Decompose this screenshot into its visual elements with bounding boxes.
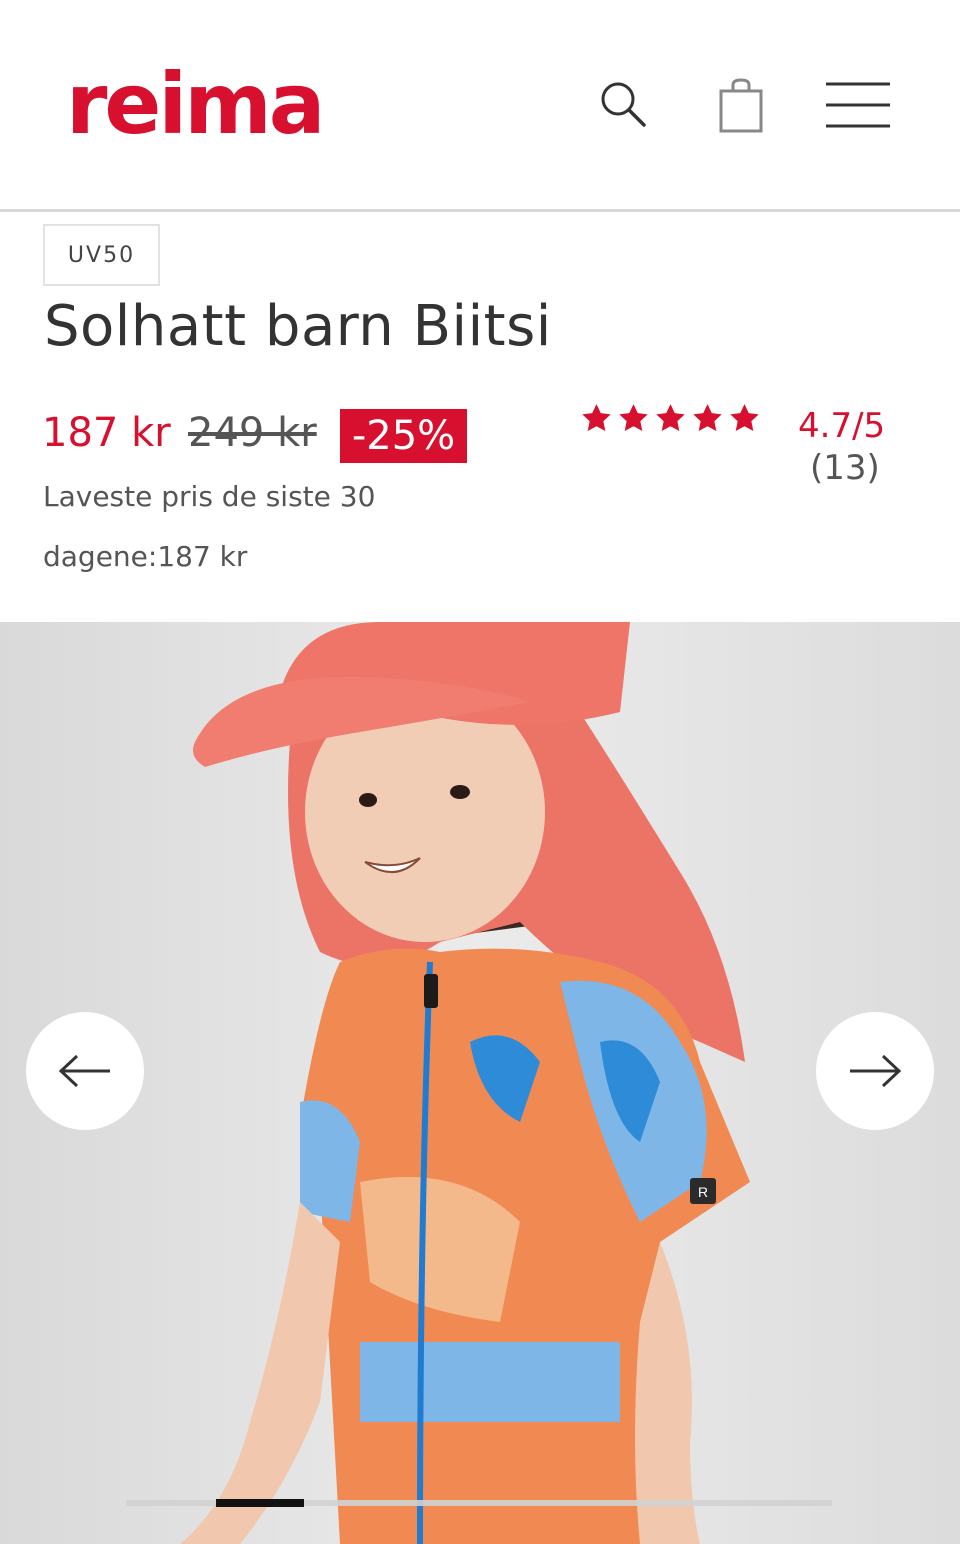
reima-logo[interactable]: reima xyxy=(66,62,325,146)
current-price: 187 kr xyxy=(42,410,171,456)
product-photo: R xyxy=(0,622,960,1544)
star-icon xyxy=(730,404,759,432)
rating-stars[interactable] xyxy=(580,402,761,435)
lowest-price-note: Laveste pris de siste 30 xyxy=(43,480,376,513)
previous-image-button[interactable] xyxy=(26,1012,144,1130)
star-icon xyxy=(619,404,648,432)
arrow-left-icon xyxy=(58,1054,110,1088)
cart-button[interactable] xyxy=(701,70,781,140)
search-button[interactable] xyxy=(584,70,664,140)
rating-score[interactable]: 4.7/5 xyxy=(798,406,885,446)
discount-badge: -25% xyxy=(340,409,467,463)
uv-badge: UV50 xyxy=(43,224,160,286)
menu-button[interactable] xyxy=(818,70,898,140)
lowest-price-value: dagene:187 kr xyxy=(43,540,248,573)
star-icon xyxy=(582,404,611,432)
search-icon xyxy=(601,82,646,127)
site-header: reima xyxy=(0,0,960,212)
original-price: 249 kr xyxy=(188,410,317,456)
svg-text:R: R xyxy=(698,1184,708,1200)
gallery-scrollbar[interactable] xyxy=(126,1499,832,1507)
shopping-bag-icon xyxy=(719,78,763,133)
arrow-right-icon xyxy=(850,1054,902,1088)
star-icon xyxy=(656,404,685,432)
gallery-scrollbar-thumb[interactable] xyxy=(216,1499,304,1507)
menu-icon xyxy=(826,82,890,128)
star-icon xyxy=(693,404,722,432)
next-image-button[interactable] xyxy=(816,1012,934,1130)
product-gallery[interactable]: R xyxy=(0,622,960,1544)
rating-count[interactable]: (13) xyxy=(810,448,880,488)
product-title: Solhatt barn Biitsi xyxy=(44,294,552,359)
